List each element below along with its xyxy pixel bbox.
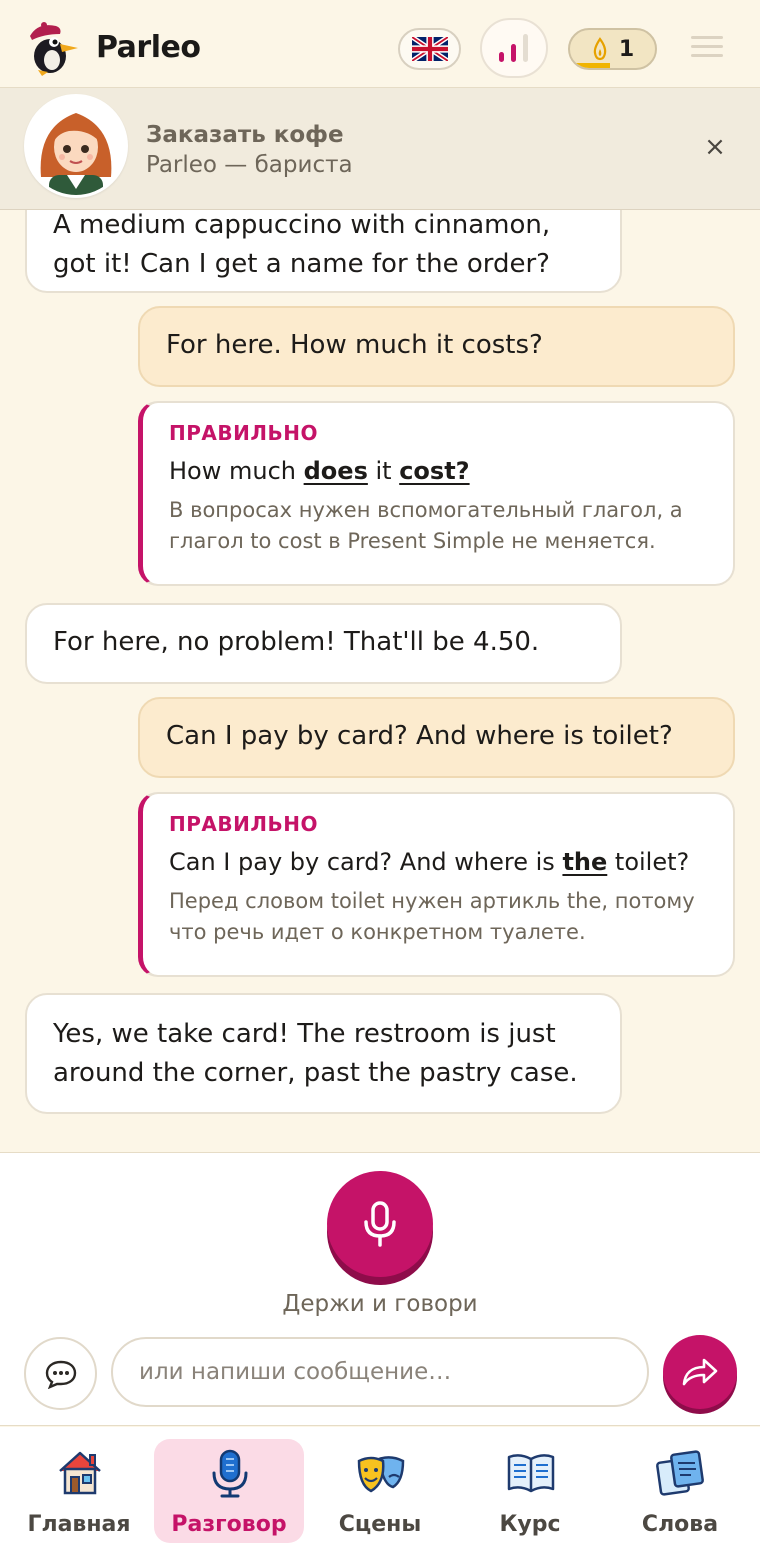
correction-card: ПРАВИЛЬНО Can I pay by card? And where i…	[138, 792, 735, 977]
bot-message: A medium cappuccino with cinnamon, got i…	[25, 210, 622, 293]
microphone-icon	[364, 1201, 396, 1247]
uk-flag-icon	[411, 37, 448, 61]
correction-explanation: Перед словом toilet нужен артикль the, п…	[169, 889, 695, 944]
microphone-icon	[212, 1449, 248, 1498]
nav-label: Разговор	[171, 1512, 287, 1537]
open-book-icon	[507, 1454, 555, 1493]
user-message: For here. How much it costs?	[138, 306, 735, 387]
bot-message-text: For here, no problem! That'll be 4.50.	[53, 627, 540, 657]
message-input[interactable]	[111, 1337, 649, 1407]
corrected-sentence: How much does it cost?	[169, 457, 705, 485]
hold-to-talk-label: Держи и говори	[282, 1291, 478, 1317]
streak-count: 1	[618, 36, 635, 62]
scenario-banner: Заказать кофе Parleo — бариста ×	[0, 88, 760, 210]
nav-item-words[interactable]: Слова	[605, 1439, 755, 1543]
streak-button[interactable]: 1	[568, 28, 657, 70]
scenario-title: Заказать кофе	[146, 122, 344, 148]
chat-bubble-icon	[45, 1360, 76, 1389]
language-switch-button[interactable]	[398, 28, 461, 70]
voice-input-panel: Держи и говори	[0, 1152, 760, 1426]
brand-name: Parleo	[96, 30, 201, 65]
correction-card: ПРАВИЛЬНО How much does it cost? В вопро…	[138, 401, 735, 586]
corrected-text-part: How much	[169, 457, 304, 485]
scenario-subtitle: Parleo — бариста	[146, 152, 353, 178]
user-message: Can I pay by card? And where is toilet?	[138, 697, 735, 778]
nav-item-home[interactable]: Главная	[4, 1439, 154, 1543]
app-header: Parleo 1	[0, 0, 760, 88]
send-button[interactable]	[663, 1335, 737, 1409]
corrected-highlight: cost?	[399, 457, 470, 485]
corrected-text-part: toilet?	[607, 848, 690, 876]
corrected-highlight: does	[303, 457, 368, 485]
level-button[interactable]	[480, 18, 548, 78]
word-cards-icon	[656, 1450, 704, 1496]
barista-avatar-icon	[27, 97, 125, 195]
parleo-bird-logo-icon	[30, 22, 78, 76]
corrected-text-part: Can I pay by card? And where is	[169, 848, 563, 876]
nav-item-scenes[interactable]: Сцены	[305, 1439, 455, 1543]
nav-label: Главная	[27, 1512, 131, 1537]
hamburger-menu-icon[interactable]	[691, 36, 723, 60]
bar-chart-icon	[499, 34, 528, 62]
correction-tag: ПРАВИЛЬНО	[169, 421, 318, 445]
nav-item-course[interactable]: Курс	[455, 1439, 605, 1543]
theater-masks-icon	[357, 1456, 405, 1493]
streak-progress-bar	[570, 63, 610, 68]
corrected-highlight: the	[562, 848, 608, 876]
user-message-text: Can I pay by card? And where is toilet?	[166, 721, 673, 751]
chat-thread: A medium cappuccino with cinnamon, got i…	[0, 210, 760, 1152]
user-message-text: For here. How much it costs?	[166, 330, 543, 360]
text-mode-button[interactable]	[24, 1337, 97, 1410]
bottom-nav: Главная Разговор Сцены Курс Слова	[0, 1427, 760, 1555]
flame-icon	[593, 37, 607, 61]
nav-label: Сцены	[338, 1512, 422, 1537]
nav-label: Курс	[499, 1512, 561, 1537]
corrected-sentence: Can I pay by card? And where is the toil…	[169, 848, 705, 876]
correction-tag: ПРАВИЛЬНО	[169, 812, 318, 836]
close-icon[interactable]: ×	[700, 132, 730, 162]
bot-message-text: A medium cappuccino with cinnamon, got i…	[53, 210, 551, 279]
house-icon	[59, 1451, 101, 1495]
send-arrow-icon	[682, 1358, 718, 1386]
hold-to-talk-button[interactable]	[327, 1171, 433, 1277]
nav-label: Слова	[641, 1512, 719, 1537]
bot-message: Yes, we take card! The restroom is just …	[25, 993, 622, 1114]
bot-message-text: Yes, we take card! The restroom is just …	[53, 1019, 578, 1088]
correction-explanation: В вопросах нужен вспомогательный глагол,…	[169, 498, 683, 553]
corrected-text-part: it	[367, 457, 400, 485]
nav-item-conversation[interactable]: Разговор	[154, 1439, 304, 1543]
bot-message: For here, no problem! That'll be 4.50.	[25, 603, 622, 684]
barista-avatar	[24, 94, 128, 198]
